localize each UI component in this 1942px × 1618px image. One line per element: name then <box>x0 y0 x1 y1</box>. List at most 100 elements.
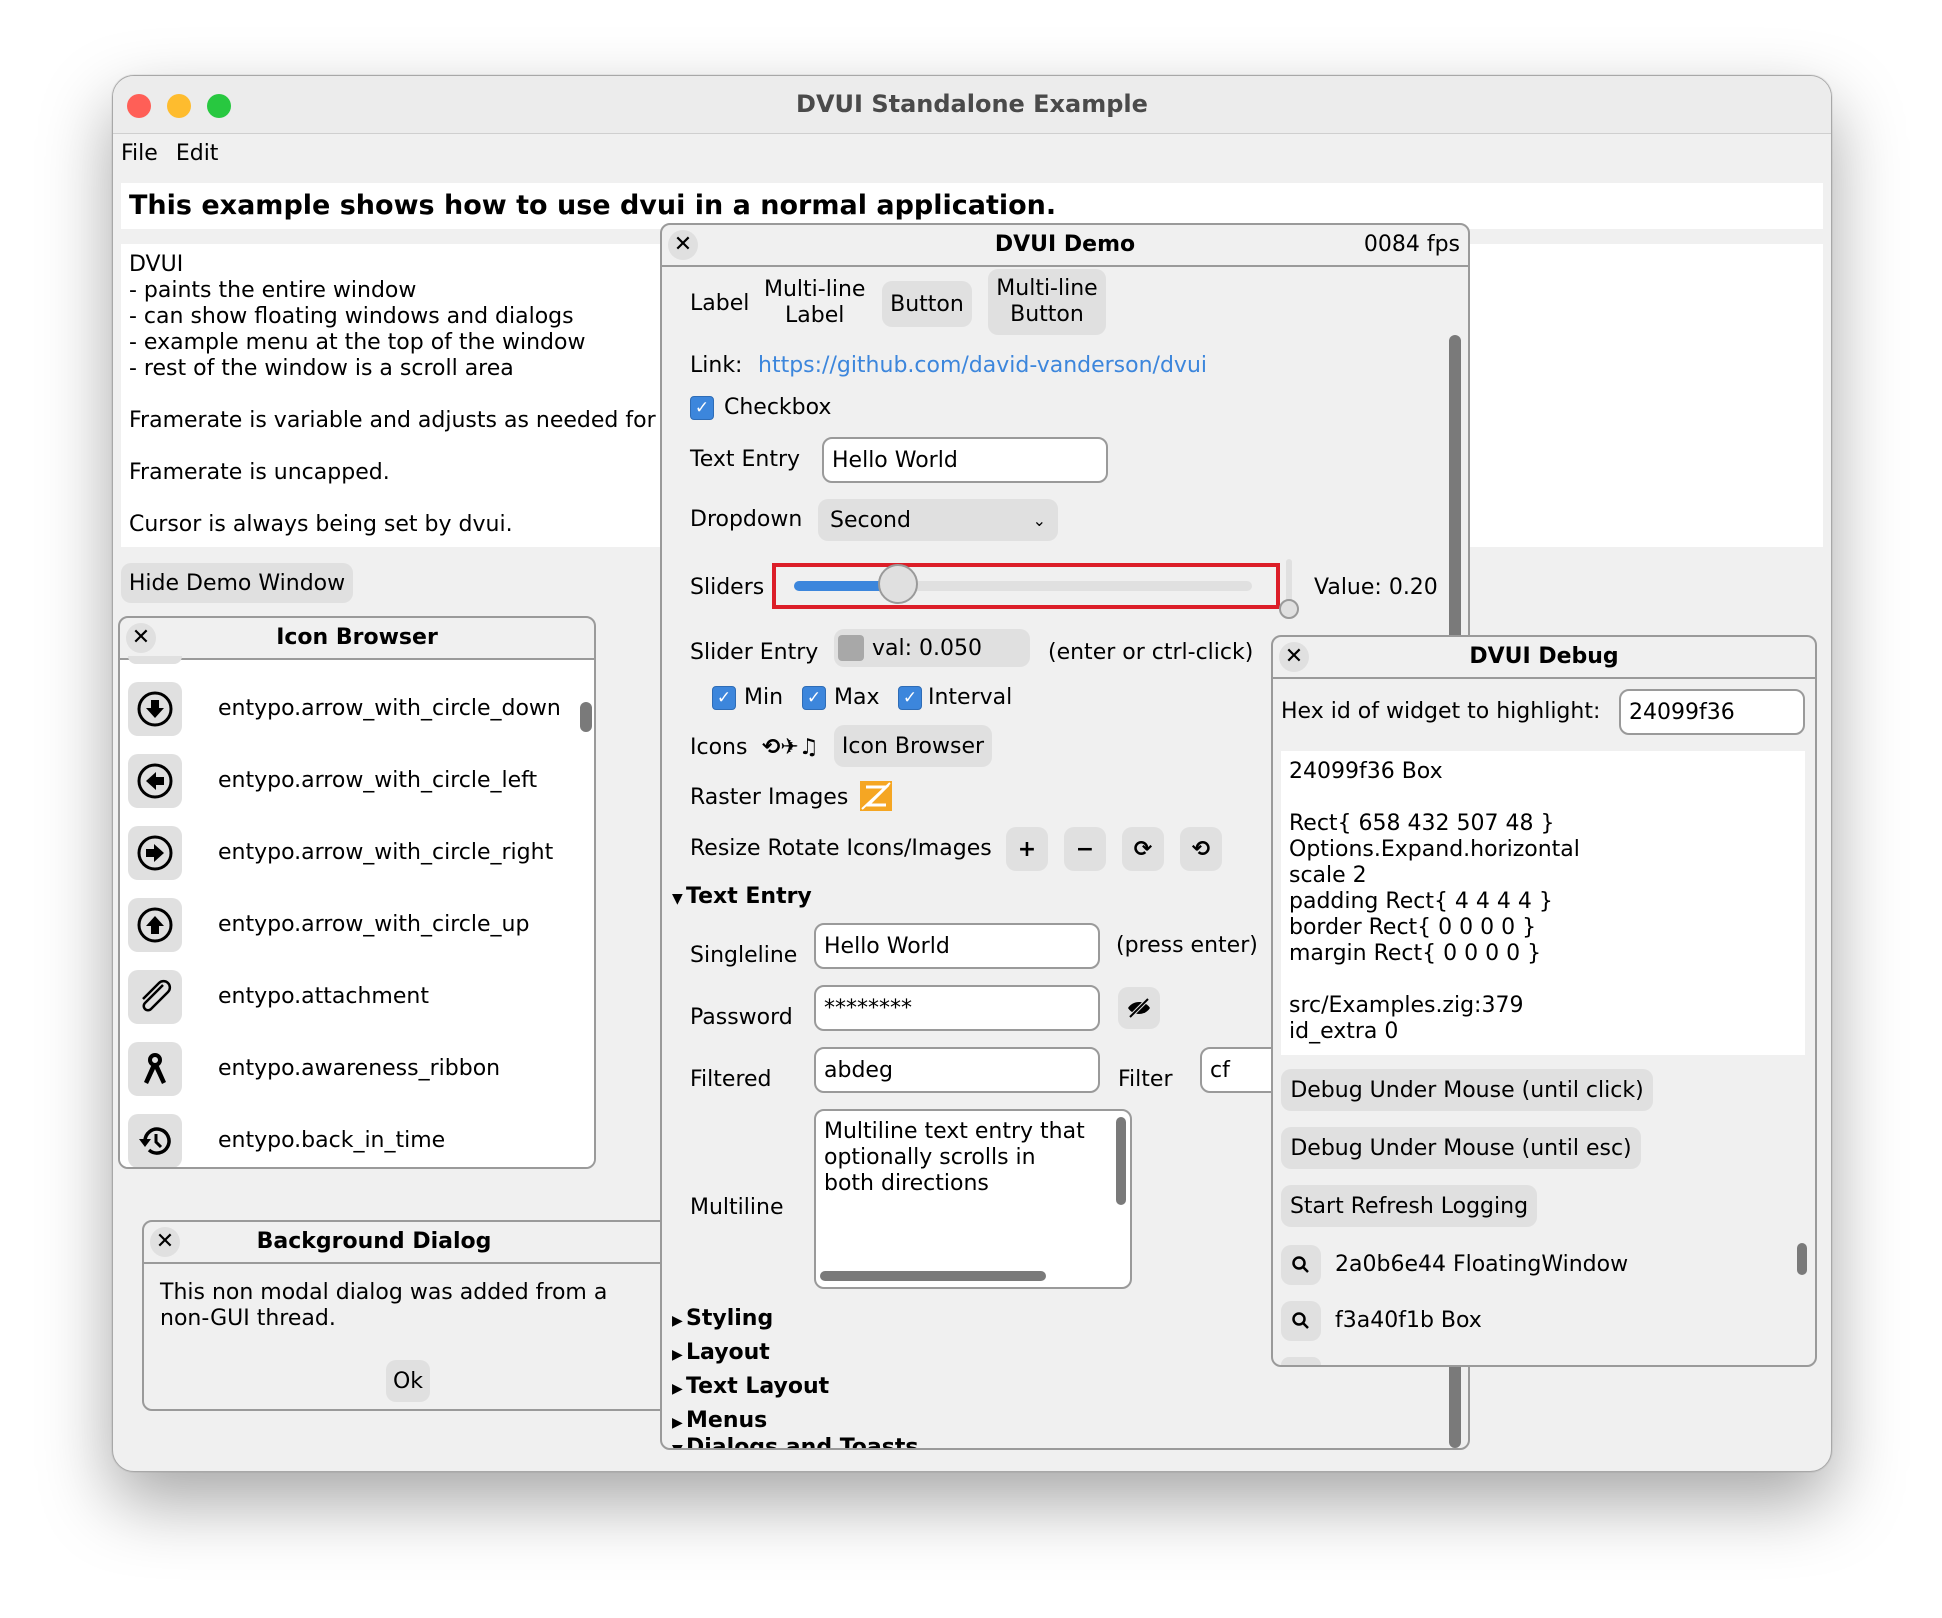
widget-list-item[interactable]: f3a40f1b Box <box>1335 1308 1482 1334</box>
menu-bar: File Edit <box>121 138 236 170</box>
icons-label: Icons <box>690 735 748 760</box>
raster-images-label: Raster Images <box>690 785 849 810</box>
interval-checkbox[interactable]: ✓ <box>898 686 922 710</box>
icon-browser-title: Icon Browser <box>276 625 438 650</box>
text-entry-input[interactable]: Hello World <box>822 437 1108 483</box>
icon-browser-button[interactable]: Icon Browser <box>834 725 992 767</box>
menu-edit[interactable]: Edit <box>176 141 219 166</box>
section-text-layout[interactable]: ▶ Text Layout <box>672 1374 829 1402</box>
vertical-slider[interactable] <box>1279 559 1299 619</box>
start-refresh-logging-button[interactable]: Start Refresh Logging <box>1281 1185 1537 1227</box>
multiline-input[interactable]: Multiline text entry that optionally scr… <box>814 1109 1132 1289</box>
debug-under-mouse-click-button[interactable]: Debug Under Mouse (until click) <box>1281 1069 1653 1111</box>
multiline-horizontal-scrollbar[interactable] <box>820 1271 1046 1281</box>
slider-entry-label: Slider Entry <box>690 640 819 665</box>
search-icon[interactable] <box>1281 1301 1321 1341</box>
debug-header[interactable]: ✕ DVUI Debug <box>1273 637 1815 679</box>
slider-entry-hint: (enter or ctrl-click) <box>1048 640 1254 665</box>
slider-value: Value: 0.20 <box>1314 575 1438 600</box>
dvui-debug-window: ✕ DVUI Debug Hex id of widget to highlig… <box>1271 635 1817 1367</box>
background-dialog-header[interactable]: ✕ Background Dialog <box>144 1222 564 1264</box>
horizontal-slider[interactable] <box>794 564 1252 604</box>
hex-id-label: Hex id of widget to highlight: <box>1281 699 1601 724</box>
list-item[interactable]: entypo.awareness_ribbon <box>128 1042 568 1096</box>
list-item[interactable]: entypo.back_in_time <box>128 1114 568 1167</box>
button[interactable]: Button <box>882 281 972 327</box>
list-item[interactable]: entypo.arrow_with_circle_left <box>128 754 568 808</box>
ok-button[interactable]: Ok <box>386 1360 430 1402</box>
multiline-button[interactable]: Multi-line Button <box>988 269 1106 335</box>
min-label: Min <box>744 685 784 710</box>
divider <box>144 1262 704 1264</box>
slider-entry[interactable]: val: 0.050 <box>834 629 1030 667</box>
demo-header[interactable]: ✕ DVUI Demo 0084 fps <box>662 225 1468 267</box>
singleline-label: Singleline <box>690 943 798 968</box>
close-icon[interactable]: ✕ <box>126 623 156 653</box>
raster-image <box>860 781 892 811</box>
minus-icon[interactable]: − <box>1064 827 1106 871</box>
eye-slash-icon[interactable] <box>1118 987 1160 1029</box>
debug-under-mouse-esc-button[interactable]: Debug Under Mouse (until esc) <box>1281 1127 1641 1169</box>
scroll-area[interactable] <box>1821 76 1822 77</box>
list-item[interactable]: entypo.arrow_with_circle_right <box>128 826 568 880</box>
singleline-input[interactable]: Hello World <box>814 923 1100 969</box>
section-title: Dialogs and Toasts <box>686 1435 919 1450</box>
github-link[interactable]: https://github.com/david-vanderson/dvui <box>758 353 1207 379</box>
hide-demo-window-button[interactable]: Hide Demo Window <box>121 563 353 603</box>
checkbox[interactable]: ✓ <box>690 396 714 420</box>
rotate-clockwise-icon[interactable]: ⟳ <box>1122 827 1164 871</box>
plus-icon[interactable]: + <box>1006 827 1048 871</box>
attachment-icon <box>128 970 182 1024</box>
section-styling[interactable]: ▶ Styling <box>672 1306 773 1334</box>
filtered-input[interactable]: abdeg <box>814 1047 1100 1093</box>
slider-knob[interactable] <box>877 564 918 604</box>
search-icon[interactable] <box>1281 1245 1321 1285</box>
interval-label: Interval <box>928 685 1013 710</box>
section-layout[interactable]: ▶ Layout <box>672 1340 770 1368</box>
filtered-label: Filtered <box>690 1067 772 1092</box>
dropdown[interactable]: Second ⌄ <box>818 499 1058 541</box>
arrow-with-circle-right-icon <box>128 826 182 880</box>
arrow-with-circle-down-icon <box>128 682 182 736</box>
partial-list-item <box>1281 1357 1321 1365</box>
section-dialogs-and-toasts[interactable]: ▼ Dialogs and Toasts <box>672 1435 919 1450</box>
icon-browser-header[interactable]: ✕ Icon Browser <box>120 618 594 660</box>
list-item[interactable]: entypo.arrow_with_circle_down <box>128 682 568 736</box>
demo-title: DVUI Demo <box>994 232 1136 257</box>
password-input[interactable]: ******** <box>814 985 1100 1031</box>
close-icon[interactable]: ✕ <box>668 230 698 260</box>
slider-entry-fill <box>838 635 864 661</box>
text-entry-label: Text Entry <box>690 447 801 472</box>
intro-text: DVUI - paints the entire window - can sh… <box>129 252 656 537</box>
triangle-right-icon: ▶ <box>672 1313 683 1329</box>
multiline-text: Multiline text entry that optionally scr… <box>824 1119 1085 1196</box>
section-title: Text Entry <box>686 884 812 909</box>
widget-list-item[interactable]: 2a0b6e44 FloatingWindow <box>1335 1252 1628 1278</box>
vertical-slider-knob[interactable] <box>1279 599 1299 619</box>
close-icon[interactable]: ✕ <box>150 1227 180 1257</box>
menu-file[interactable]: File <box>121 141 158 166</box>
max-checkbox[interactable]: ✓ <box>802 686 826 710</box>
back-in-time-icon <box>128 1114 182 1167</box>
label: Label <box>690 291 750 316</box>
triangle-right-icon: ▶ <box>672 1347 683 1363</box>
min-checkbox[interactable]: ✓ <box>712 686 736 710</box>
triangle-right-icon: ▶ <box>672 1415 683 1431</box>
dropdown-label: Dropdown <box>690 507 803 532</box>
close-icon[interactable]: ✕ <box>1279 642 1309 672</box>
icon-list-scrollbar[interactable] <box>580 702 592 732</box>
multiline-label: Multiline <box>690 1195 784 1220</box>
multiline-label: Multi-line Label <box>764 277 866 328</box>
rotate-counterclockwise-icon[interactable]: ⟲ <box>1180 827 1222 871</box>
widget-info-panel: 24099f36 Box Rect{ 658 432 507 48 } Opti… <box>1281 751 1805 1055</box>
widget-list-scrollbar[interactable] <box>1797 1243 1807 1275</box>
list-item[interactable]: entypo.arrow_with_circle_up <box>128 898 568 952</box>
resize-rotate-label: Resize Rotate Icons/Images <box>690 836 992 861</box>
multiline-vertical-scrollbar[interactable] <box>1116 1117 1126 1205</box>
section-menus[interactable]: ▶ Menus <box>672 1408 767 1436</box>
section-text-entry[interactable]: ▼ Text Entry <box>672 884 812 912</box>
hex-id-input[interactable]: 24099f36 <box>1619 689 1805 735</box>
background-dialog-title: Background Dialog <box>256 1229 492 1254</box>
partial-icon-row <box>128 656 182 664</box>
list-item[interactable]: entypo.attachment <box>128 970 568 1024</box>
